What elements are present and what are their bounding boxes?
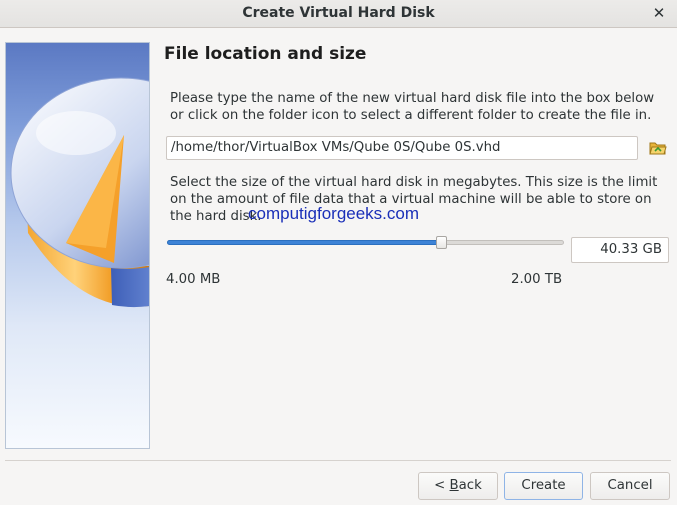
back-rest: ack: [458, 478, 482, 493]
max-size-label: 2.00 TB: [511, 272, 563, 287]
window-title: Create Virtual Hard Disk: [242, 5, 435, 21]
file-path-input[interactable]: /home/thor/VirtualBox VMs/Qube 0S/Qube 0…: [166, 136, 638, 160]
close-icon[interactable]: ✕: [649, 3, 669, 23]
location-description: Please type the name of the new virtual …: [170, 91, 655, 123]
title-bar[interactable]: Create Virtual Hard Disk ✕: [0, 0, 677, 28]
button-separator: [5, 460, 671, 461]
slider-handle[interactable]: [436, 236, 447, 249]
cancel-button[interactable]: Cancel: [590, 472, 670, 500]
watermark-text: computigforgeeks.com: [248, 204, 420, 223]
slider-fill: [167, 240, 441, 245]
back-button[interactable]: < Back: [418, 472, 498, 500]
size-input[interactable]: 40.33 GB: [571, 237, 669, 263]
back-prefix: <: [434, 478, 450, 493]
min-size-label: 4.00 MB: [166, 272, 221, 287]
hard-disk-wizard-image: [5, 42, 150, 449]
folder-icon[interactable]: [649, 139, 667, 157]
page-title: File location and size: [164, 44, 367, 64]
hard-disk-illustration: [10, 77, 149, 308]
size-slider[interactable]: [167, 235, 564, 251]
create-virtual-hard-disk-dialog: Create Virtual Hard Disk ✕ File location…: [0, 0, 677, 505]
back-mnemonic: B: [449, 478, 459, 493]
create-button[interactable]: Create: [504, 472, 583, 500]
size-description: Select the size of the virtual hard disk…: [170, 175, 658, 224]
